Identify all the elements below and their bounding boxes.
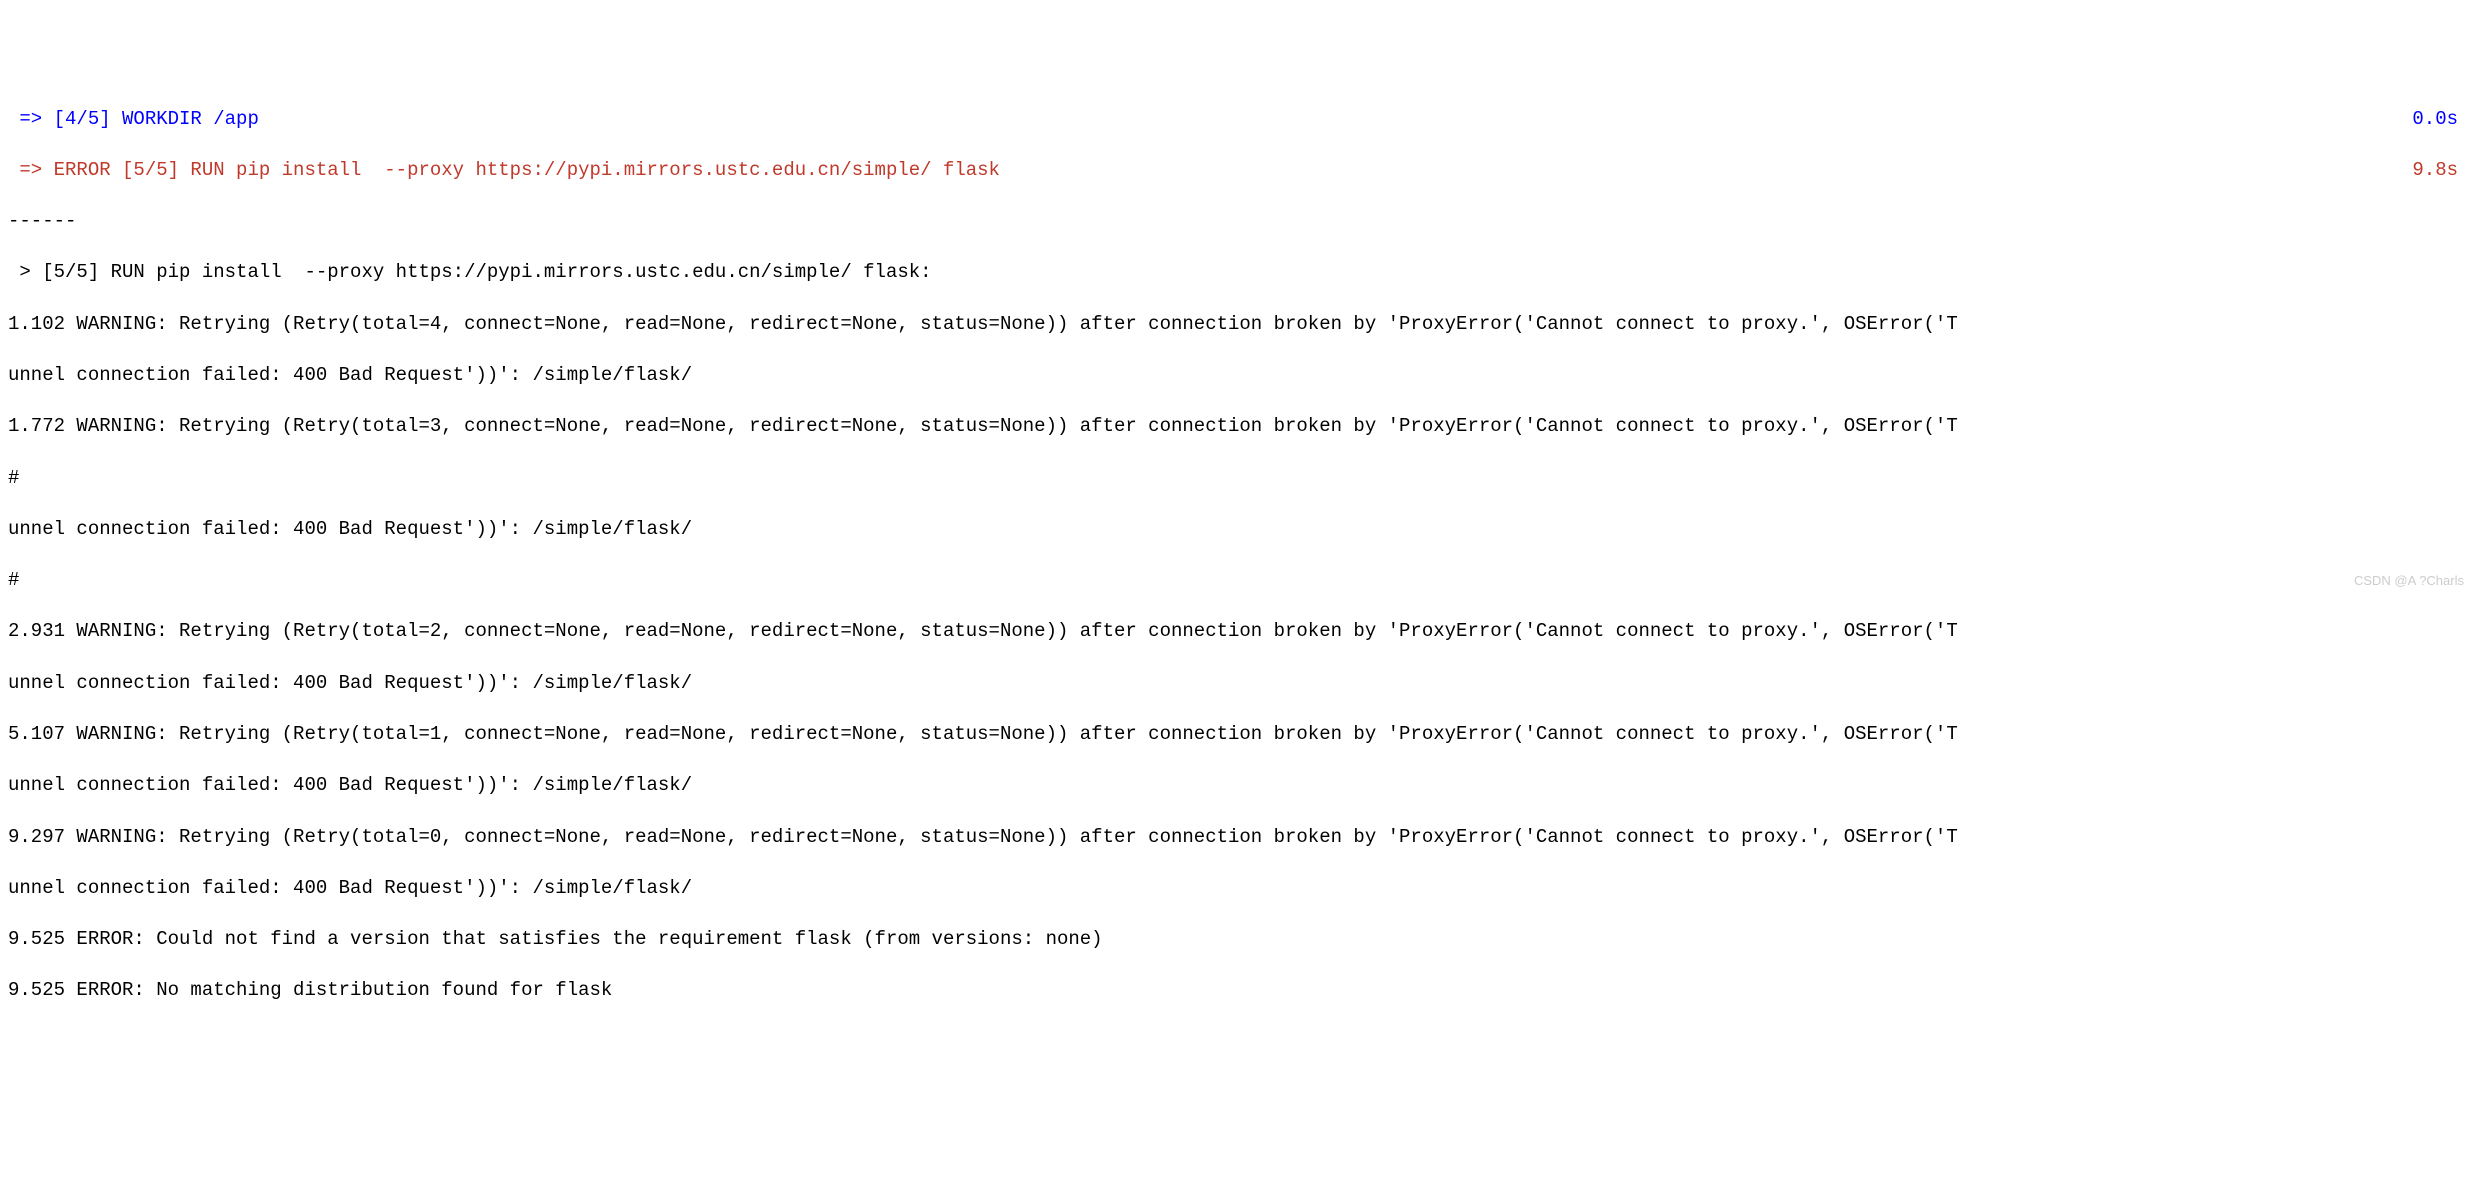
step-timing: 0.0s (2412, 107, 2466, 133)
log-line-cutoff: 9.525 ERROR: No matching distribution fo… (8, 978, 2466, 1004)
log-line: 2.931 WARNING: Retrying (Retry(total=2, … (8, 619, 2466, 645)
log-line: unnel connection failed: 400 Bad Request… (8, 671, 2466, 697)
step-arrow: => (8, 159, 54, 181)
build-step-workdir: => [4/5] WORKDIR /app 0.0s (8, 107, 2466, 133)
log-line: unnel connection failed: 400 Bad Request… (8, 876, 2466, 902)
log-line: 1.772 WARNING: Retrying (Retry(total=3, … (8, 414, 2466, 440)
log-line: unnel connection failed: 400 Bad Request… (8, 517, 2466, 543)
log-line: 5.107 WARNING: Retrying (Retry(total=1, … (8, 722, 2466, 748)
step-timing: 9.8s (2412, 158, 2466, 184)
log-hash: # (8, 466, 2466, 492)
watermark-text: CSDN @A ?Charls (2354, 572, 2464, 590)
divider-line: ------ (8, 209, 2466, 235)
log-line: 9.525 ERROR: Could not find a version th… (8, 927, 2466, 953)
step-text: [4/5] WORKDIR /app (54, 108, 259, 130)
build-step-error: => ERROR [5/5] RUN pip install --proxy h… (8, 158, 2466, 184)
log-line: unnel connection failed: 400 Bad Request… (8, 363, 2466, 389)
detail-header: > [5/5] RUN pip install --proxy https://… (8, 260, 2466, 286)
step-error-text: ERROR [5/5] RUN pip install --proxy http… (54, 159, 1000, 181)
log-line: 1.102 WARNING: Retrying (Retry(total=4, … (8, 312, 2466, 338)
log-line: unnel connection failed: 400 Bad Request… (8, 773, 2466, 799)
log-hash: # (8, 568, 2466, 594)
step-arrow: => (8, 108, 54, 130)
log-line: 9.297 WARNING: Retrying (Retry(total=0, … (8, 825, 2466, 851)
